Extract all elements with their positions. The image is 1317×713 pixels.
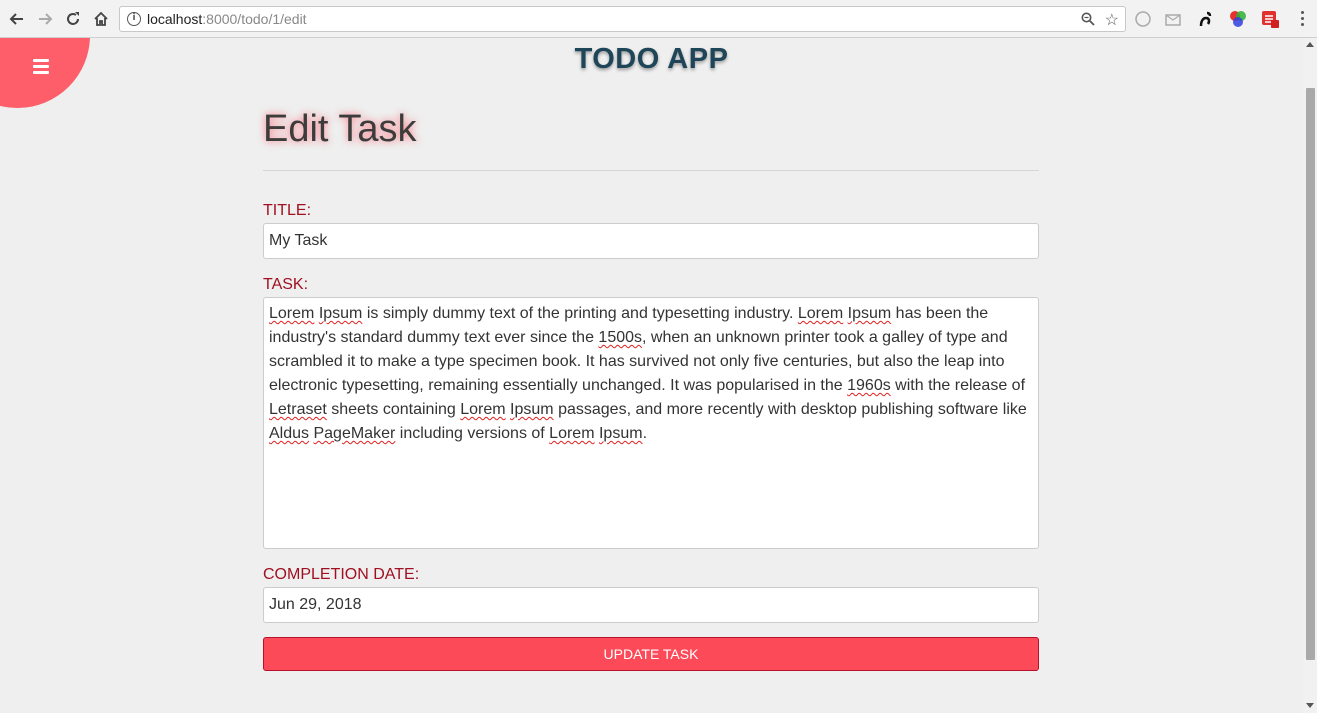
- back-icon[interactable]: [6, 8, 28, 30]
- forward-icon[interactable]: [34, 8, 56, 30]
- completion-date-label: COMPLETION DATE:: [263, 566, 420, 583]
- task-text: with the release of: [890, 377, 1026, 394]
- zoom-icon[interactable]: [1081, 12, 1095, 26]
- misspelled-word: Lorem: [460, 401, 506, 418]
- gnome-extension-icon[interactable]: [1195, 9, 1215, 29]
- page-heading: Edit Task: [263, 108, 417, 150]
- task-text: passages, and more recently with desktop…: [553, 401, 1027, 418]
- misspelled-word: Lorem: [797, 305, 844, 322]
- url-text: localhost:8000/todo/1/edit: [147, 11, 307, 27]
- task-text: is simply dummy text of the printing and…: [362, 305, 798, 322]
- home-icon[interactable]: [90, 8, 112, 30]
- extension-icon[interactable]: [1133, 9, 1153, 29]
- scroll-down-icon[interactable]: [1306, 703, 1314, 708]
- divider: [263, 170, 1039, 171]
- misspelled-word: Ipsum: [318, 305, 363, 322]
- misspelled-word: 1500s: [598, 329, 643, 346]
- task-text: sheets containing: [326, 401, 461, 418]
- browser-menu-icon[interactable]: [1301, 11, 1305, 29]
- misspelled-word: Aldus: [269, 425, 310, 442]
- title-input[interactable]: [263, 223, 1039, 259]
- misspelled-word: PageMaker: [313, 425, 396, 442]
- task-label: TASK:: [263, 276, 309, 293]
- mail-extension-icon[interactable]: [1163, 9, 1183, 29]
- todoist-extension-icon[interactable]: [1260, 9, 1280, 29]
- scrollbar-thumb[interactable]: [1306, 88, 1315, 660]
- task-text: including versions of: [395, 425, 550, 442]
- misspelled-word: Letraset: [269, 401, 327, 418]
- misspelled-word: Ipsum: [510, 401, 554, 418]
- scroll-up-icon[interactable]: [1306, 42, 1314, 47]
- star-icon[interactable]: ☆: [1105, 10, 1119, 30]
- info-icon[interactable]: i: [127, 12, 141, 26]
- misspelled-word: Lorem: [269, 305, 315, 322]
- task-textarea[interactable]: Lorem Ipsum is simply dummy text of the …: [263, 297, 1039, 549]
- reload-icon[interactable]: [62, 8, 84, 30]
- completion-date-input[interactable]: [263, 587, 1039, 623]
- color-picker-icon[interactable]: [1228, 9, 1248, 29]
- misspelled-word: Ipsum: [847, 305, 892, 322]
- update-task-button[interactable]: UPDATE TASK: [263, 637, 1039, 671]
- address-bar[interactable]: i localhost:8000/todo/1/edit ☆: [119, 6, 1126, 32]
- title-label: TITLE:: [263, 202, 312, 219]
- app-title: TODO APP: [574, 43, 729, 75]
- misspelled-word: Ipsum: [598, 425, 643, 442]
- task-text: .: [642, 425, 648, 442]
- page: TODO APP Edit Task TITLE: TASK: Lorem Ip…: [0, 38, 1303, 713]
- misspelled-word: Lorem: [549, 425, 595, 442]
- misspelled-word: 1960s: [847, 377, 891, 394]
- edit-form: Edit Task TITLE: TASK: Lorem Ipsum is si…: [263, 108, 1039, 671]
- page-scrollbar[interactable]: [1303, 38, 1317, 713]
- browser-toolbar: i localhost:8000/todo/1/edit ☆: [0, 0, 1317, 38]
